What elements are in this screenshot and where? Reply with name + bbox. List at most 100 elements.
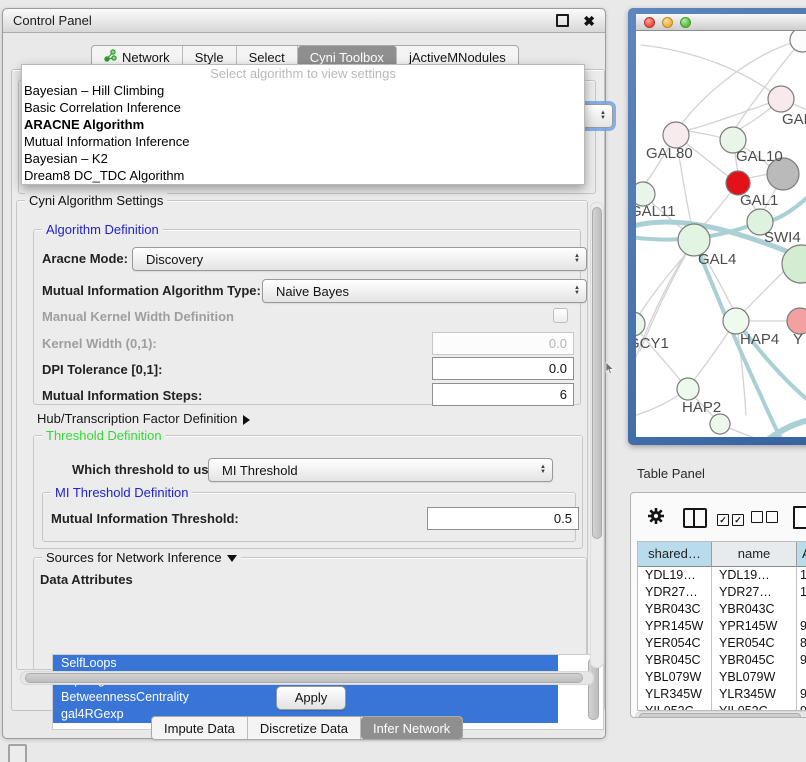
attribute-item-selfloops[interactable]: SelfLoops: [53, 655, 558, 672]
cell: YIL052C: [712, 703, 797, 711]
network-node-hap2[interactable]: [677, 378, 699, 400]
columns-icon[interactable]: [683, 508, 707, 528]
table-row[interactable]: YBL079WYBL079W: [638, 669, 806, 686]
float-panel-icon[interactable]: [556, 14, 569, 27]
table-row[interactable]: YLR345WYLR345W9.: [638, 686, 806, 703]
aracne-mode-label: Aracne Mode:: [42, 251, 128, 266]
cell: YBR043C: [712, 601, 797, 618]
cell: YDL19…: [638, 567, 712, 584]
network-canvas[interactable]: GALGAL80GAL10GAL1GAL11SWI4GAL4HAP4YGCY1H…: [636, 31, 806, 437]
apply-button[interactable]: Apply: [276, 686, 346, 710]
threshold-definition-title: Threshold Definition: [42, 428, 166, 443]
bottom-tab-impute-data[interactable]: Impute Data: [152, 717, 248, 739]
table-row[interactable]: YDL19…YDL19…13: [638, 567, 806, 584]
table-horizontal-scrollbar[interactable]: [635, 711, 806, 718]
cell: YDR27…: [638, 584, 712, 601]
table-horizontal-scrollbar-thumb[interactable]: [639, 713, 801, 718]
settings-horizontal-scrollbar[interactable]: [20, 671, 594, 685]
mi-type-combo[interactable]: Naive Bayes ▲▼: [262, 279, 587, 303]
network-node-gal[interactable]: [768, 86, 794, 112]
network-view-frame: GALGAL80GAL10GAL1GAL11SWI4GAL4HAP4YGCY1H…: [628, 8, 806, 445]
aracne-mode-combo[interactable]: Discovery ▲▼: [132, 247, 587, 271]
column-header-shared[interactable]: shared…: [638, 542, 712, 567]
cell: 9.: [797, 686, 806, 703]
settings-horizontal-scrollbar-thumb[interactable]: [25, 673, 583, 683]
network-edge: [636, 324, 681, 381]
hub-definition-label: Hub/Transcription Factor Definition: [37, 411, 237, 426]
hub-definition-expander[interactable]: Hub/Transcription Factor Definition: [37, 411, 250, 426]
algorithm-option-bayesian-hill-climbing[interactable]: Bayesian – Hill Climbing: [22, 82, 584, 99]
mi-type-label: Mutual Information Algorithm Type:: [42, 283, 261, 298]
tab-jactivemnodules-label: jActiveMNodules: [409, 50, 506, 65]
manual-kernel-checkbox[interactable]: [553, 308, 568, 323]
algorithm-select-popup: Select algorithm to view settings Bayesi…: [21, 64, 585, 185]
bottom-tab-discretize-data[interactable]: Discretize Data: [248, 717, 361, 739]
network-node-gcy1[interactable]: [636, 312, 645, 336]
control-panel-window: Control Panel ✖ NetworkStyleSelectCyni T…: [2, 8, 606, 739]
dpi-tolerance-field[interactable]: 0.0: [432, 357, 574, 380]
network-icon: [104, 49, 117, 65]
table-row[interactable]: YBR043CYBR043C: [638, 601, 806, 618]
sources-title: Sources for Network Inference: [46, 550, 222, 565]
zoom-window-icon[interactable]: [680, 17, 691, 28]
kernel-width-field[interactable]: 0.0: [432, 332, 574, 355]
gear-icon[interactable]: [647, 507, 665, 528]
mi-steps-field[interactable]: 6: [432, 383, 574, 406]
algorithm-definition-title: Algorithm Definition: [42, 222, 163, 237]
algorithm-option-basic-correlation-inference[interactable]: Basic Correlation Inference: [22, 99, 584, 116]
algorithm-option-dream8-dc-tdc-algorithm[interactable]: Dream8 DC_TDC Algorithm: [22, 167, 584, 184]
network-edge: [688, 131, 722, 138]
cell: 12: [797, 584, 806, 601]
aracne-mode-value: Discovery: [146, 252, 203, 267]
table-row[interactable]: YIL052CYIL052C9.: [638, 703, 806, 711]
sources-title-wrap[interactable]: Sources for Network Inference: [42, 550, 241, 565]
close-window-icon[interactable]: [644, 17, 655, 28]
cell: 13: [797, 567, 806, 584]
cell: YLR345W: [638, 686, 712, 703]
network-node-unlabeled[interactable]: [710, 414, 730, 434]
cell: YER054C: [712, 635, 797, 652]
network-node-label-gal: GAL: [782, 111, 806, 128]
which-threshold-combo[interactable]: MI Threshold ▲▼: [208, 458, 553, 482]
table-row[interactable]: YDR27…YDR27…12: [638, 584, 806, 601]
manual-kernel-label: Manual Kernel Width Definition: [42, 309, 234, 324]
network-window-titlebar: [636, 14, 806, 31]
mi-threshold-group: MI Threshold Definition Mutual Informati…: [42, 492, 576, 542]
table-row[interactable]: YPR145WYPR145W9.: [638, 618, 806, 635]
cyni-algorithm-settings-title: Cyni Algorithm Settings: [25, 193, 167, 208]
algorithm-option-bayesian-k2[interactable]: Bayesian – K2: [22, 150, 584, 167]
network-node-label-hap4: HAP4: [740, 331, 779, 348]
network-edge: [749, 174, 769, 178]
table-row[interactable]: YER054CYER054C8.: [638, 635, 806, 652]
mi-threshold-field[interactable]: 0.5: [427, 507, 579, 530]
algorithm-option-aracne-algorithm[interactable]: ARACNE Algorithm: [22, 116, 584, 133]
cell: 8.: [797, 635, 806, 652]
table-row[interactable]: YBR045CYBR045C9.: [638, 652, 806, 669]
cell: YPR145W: [638, 618, 712, 635]
deselect-all-columns-icon[interactable]: [751, 511, 781, 526]
network-edge: [641, 45, 781, 99]
new-table-icon[interactable]: [793, 506, 806, 529]
settings-vertical-scrollbar[interactable]: [590, 202, 604, 668]
network-node-label-hap2: HAP2: [682, 399, 721, 416]
bottom-tab-infer-network[interactable]: Infer Network: [361, 717, 462, 739]
cell: YIL052C: [638, 703, 712, 711]
close-panel-icon[interactable]: ✖: [583, 14, 595, 28]
algorithm-option-mutual-information-inference[interactable]: Mutual Information Inference: [22, 133, 584, 150]
mi-threshold-label: Mutual Information Threshold:: [51, 511, 239, 526]
network-node-unlabeled[interactable]: [790, 31, 806, 52]
threshold-definition-group: Threshold Definition Which threshold to …: [33, 435, 583, 549]
network-edge: [761, 418, 806, 437]
bottom-tab-impute-data-label: Impute Data: [164, 721, 235, 736]
cell: YBR045C: [712, 652, 797, 669]
settings-vertical-scrollbar-thumb[interactable]: [592, 207, 602, 539]
cell: YBL079W: [712, 669, 797, 686]
mouse-cursor: [605, 362, 614, 378]
select-all-columns-icon[interactable]: ✓✓: [717, 511, 747, 526]
control-panel-titlebar: Control Panel ✖: [3, 9, 605, 33]
minimize-window-icon[interactable]: [662, 17, 673, 28]
column-header-name[interactable]: name: [712, 542, 797, 567]
column-header-a[interactable]: A: [797, 542, 806, 567]
collapsed-panel-icon[interactable]: [8, 744, 27, 762]
cyni-mode-tabs: Impute Data Discretize DataInfer Network: [151, 716, 463, 740]
